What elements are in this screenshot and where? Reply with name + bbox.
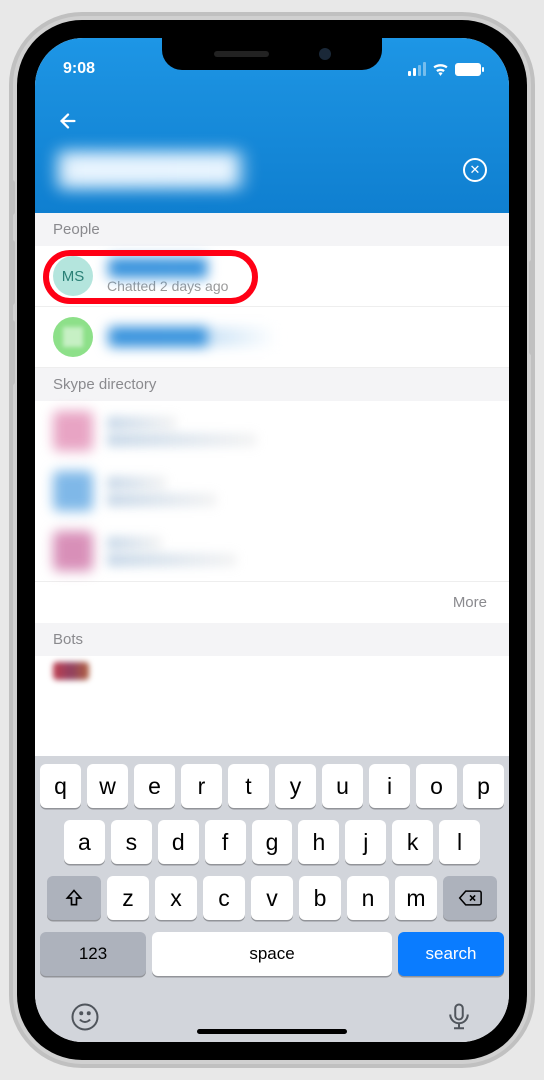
wifi-icon [432, 63, 449, 76]
screen: 9:08 ████████ ✕ People MS [35, 38, 509, 1042]
kb-row-3: z x c v b n m [40, 876, 504, 920]
key-v[interactable]: v [251, 876, 293, 920]
search-input[interactable]: ████████ [57, 151, 247, 189]
front-camera [319, 48, 331, 60]
key-z[interactable]: z [107, 876, 149, 920]
key-backspace[interactable] [443, 876, 497, 920]
key-q[interactable]: q [40, 764, 81, 808]
avatar [53, 662, 89, 680]
key-f[interactable]: f [205, 820, 246, 864]
emoji-icon[interactable] [70, 1002, 100, 1032]
mic-icon[interactable] [444, 1002, 474, 1032]
clock: 9:08 [63, 60, 95, 78]
battery-icon [455, 63, 481, 76]
key-y[interactable]: y [275, 764, 316, 808]
contact-name [107, 476, 167, 490]
key-shift[interactable] [47, 876, 101, 920]
key-space[interactable]: space [152, 932, 392, 976]
search-header: ████████ ✕ [35, 88, 509, 213]
key-j[interactable]: j [345, 820, 386, 864]
key-u[interactable]: u [322, 764, 363, 808]
key-k[interactable]: k [392, 820, 433, 864]
key-g[interactable]: g [252, 820, 293, 864]
power-button [529, 260, 535, 355]
directory-row[interactable] [35, 401, 509, 461]
avatar: MS [53, 256, 93, 296]
home-indicator[interactable] [197, 1029, 347, 1034]
key-a[interactable]: a [64, 820, 105, 864]
volume-down [9, 320, 15, 385]
kb-row-2: a s d f g h j k l [40, 820, 504, 864]
key-i[interactable]: i [369, 764, 410, 808]
key-x[interactable]: x [155, 876, 197, 920]
contact-name [107, 416, 177, 430]
key-search[interactable]: search [398, 932, 504, 976]
avatar [53, 411, 93, 451]
key-h[interactable]: h [298, 820, 339, 864]
cellular-icon [408, 62, 426, 76]
key-o[interactable]: o [416, 764, 457, 808]
section-people: People [35, 213, 509, 246]
speaker-grille [214, 51, 269, 57]
contact-subtitle [107, 493, 217, 507]
key-d[interactable]: d [158, 820, 199, 864]
contact-subtitle: Chatted 2 days ago [107, 278, 491, 294]
directory-row[interactable] [35, 521, 509, 582]
key-s[interactable]: s [111, 820, 152, 864]
notch [162, 38, 382, 70]
avatar [53, 317, 93, 357]
contact-subtitle [107, 433, 257, 447]
contact-name: ████████ [107, 258, 211, 278]
phone-frame: 9:08 ████████ ✕ People MS [17, 20, 527, 1060]
avatar [53, 471, 93, 511]
bot-row[interactable] [35, 656, 509, 686]
keyboard: q w e r t y u i o p a s d f g h j k l [35, 756, 509, 1042]
mute-switch [9, 180, 15, 215]
key-t[interactable]: t [228, 764, 269, 808]
back-button[interactable] [57, 108, 79, 139]
key-w[interactable]: w [87, 764, 128, 808]
key-n[interactable]: n [347, 876, 389, 920]
key-m[interactable]: m [395, 876, 437, 920]
clear-search-button[interactable]: ✕ [463, 158, 487, 182]
key-b[interactable]: b [299, 876, 341, 920]
key-p[interactable]: p [463, 764, 504, 808]
results: People MS ████████ Chatted 2 days ago ██… [35, 213, 509, 756]
key-r[interactable]: r [181, 764, 222, 808]
people-row[interactable]: ████████ [35, 307, 509, 368]
volume-up [9, 240, 15, 305]
kb-bottom [40, 988, 504, 1032]
section-bots: Bots [35, 623, 509, 656]
status-icons [408, 62, 481, 76]
contact-subtitle [107, 553, 237, 567]
section-directory: Skype directory [35, 368, 509, 401]
directory-row[interactable] [35, 461, 509, 521]
key-e[interactable]: e [134, 764, 175, 808]
more-button[interactable]: More [35, 582, 509, 623]
key-numeric[interactable]: 123 [40, 932, 146, 976]
key-l[interactable]: l [439, 820, 480, 864]
kb-row-4: 123 space search [40, 932, 504, 976]
contact-name: ████████ [107, 327, 277, 347]
contact-name [107, 536, 162, 550]
kb-row-1: q w e r t y u i o p [40, 764, 504, 808]
avatar [53, 531, 93, 571]
people-row[interactable]: MS ████████ Chatted 2 days ago [35, 246, 509, 307]
key-c[interactable]: c [203, 876, 245, 920]
